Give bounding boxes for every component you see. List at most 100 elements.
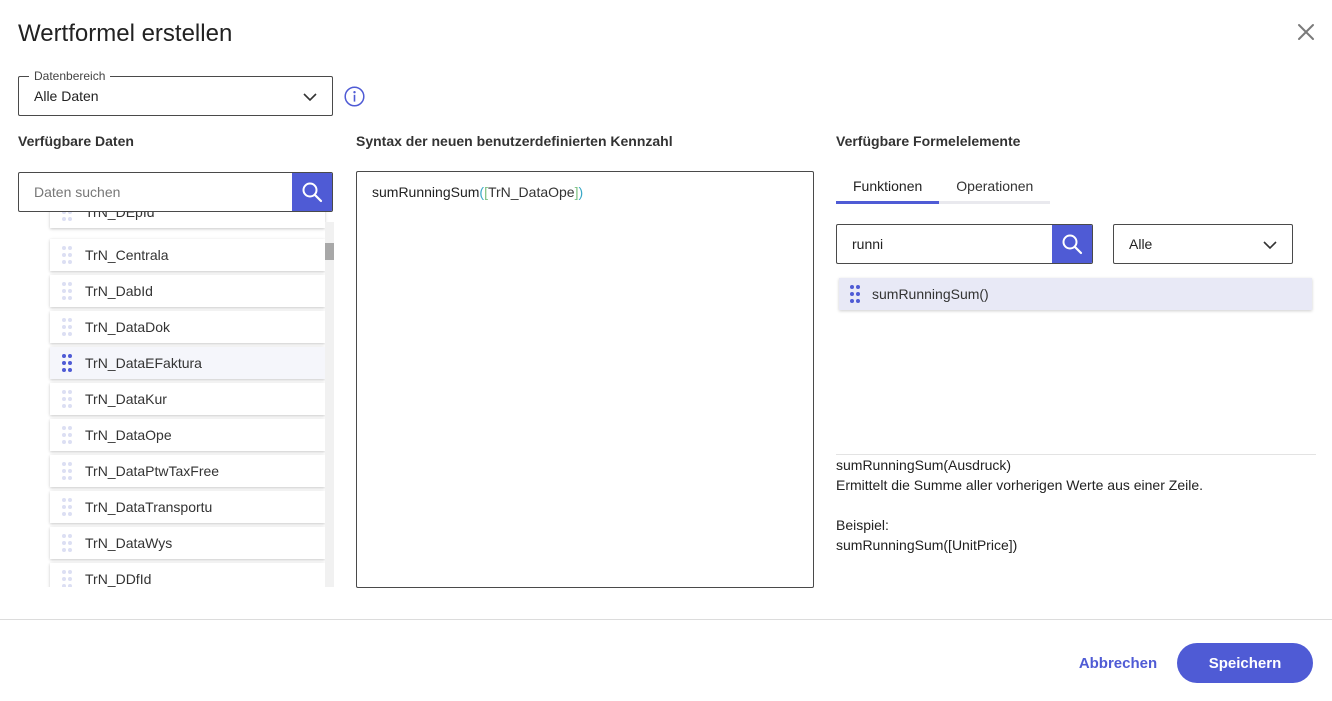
save-button[interactable]: Speichern bbox=[1177, 643, 1313, 683]
formula-tabs: Funktionen Operationen bbox=[836, 172, 1051, 204]
syntax-close-paren: ) bbox=[578, 184, 584, 200]
grip-dot bbox=[68, 397, 72, 401]
grip-dot bbox=[850, 285, 854, 289]
grip-dot bbox=[68, 476, 72, 480]
grip-dot bbox=[62, 426, 66, 430]
data-range-value: Alle Daten bbox=[34, 88, 99, 104]
grip-dot bbox=[850, 299, 854, 303]
data-range-label: Datenbereich bbox=[29, 69, 111, 83]
field-item[interactable]: TrN_Centrala bbox=[50, 239, 325, 271]
grip-dot bbox=[856, 292, 860, 296]
syntax-editor[interactable]: sumRunningSum([TrN_DataOpe]) bbox=[356, 171, 814, 588]
field-item[interactable]: TrN_DataWys bbox=[50, 527, 325, 559]
grip-dot bbox=[68, 368, 72, 372]
grip-dot bbox=[856, 299, 860, 303]
grip-dot bbox=[62, 318, 66, 322]
drag-handle-icon bbox=[62, 212, 72, 221]
grip-dot bbox=[68, 318, 72, 322]
grip-dot bbox=[68, 332, 72, 336]
field-item-label: TrN_DataDok bbox=[85, 319, 171, 335]
field-item[interactable]: TrN_DataPtwTaxFree bbox=[50, 455, 325, 487]
grip-dot bbox=[62, 505, 66, 509]
function-category-value: Alle bbox=[1129, 236, 1153, 252]
data-range-select[interactable]: Datenbereich Alle Daten bbox=[18, 69, 333, 116]
example-code: sumRunningSum([UnitPrice]) bbox=[836, 537, 1018, 553]
grip-dot bbox=[62, 548, 66, 552]
grip-dot bbox=[856, 285, 860, 289]
scrollbar-thumb[interactable] bbox=[325, 243, 334, 260]
grip-dot bbox=[68, 469, 72, 473]
grip-dot bbox=[62, 570, 66, 574]
field-item-label: TrN_DabId bbox=[85, 283, 153, 299]
field-item[interactable]: TrN_DEpId bbox=[50, 212, 325, 228]
grip-dot bbox=[68, 584, 72, 587]
scrollbar-track[interactable] bbox=[325, 222, 334, 587]
function-search-button[interactable] bbox=[1052, 225, 1092, 263]
grip-dot bbox=[68, 260, 72, 264]
cancel-button[interactable]: Abbrechen bbox=[1068, 643, 1168, 683]
grip-dot bbox=[68, 505, 72, 509]
grip-dot bbox=[68, 548, 72, 552]
search-icon bbox=[302, 182, 323, 203]
grip-dot bbox=[68, 289, 72, 293]
grip-dot bbox=[62, 246, 66, 250]
field-item[interactable]: TrN_DataEFaktura bbox=[50, 347, 325, 379]
grip-dot bbox=[62, 433, 66, 437]
grip-dot bbox=[68, 541, 72, 545]
grip-dot bbox=[62, 325, 66, 329]
drag-handle-icon bbox=[62, 354, 72, 372]
info-icon[interactable] bbox=[344, 86, 365, 107]
chevron-down-icon bbox=[303, 93, 317, 102]
function-category-select[interactable]: Alle bbox=[1113, 224, 1293, 264]
field-item-label: TrN_DataPtwTaxFree bbox=[85, 463, 220, 479]
grip-dot bbox=[62, 476, 66, 480]
field-item[interactable]: TrN_DataKur bbox=[50, 383, 325, 415]
field-item[interactable]: TrN_DDfId bbox=[50, 563, 325, 587]
grip-dot bbox=[68, 325, 72, 329]
grip-dot bbox=[68, 253, 72, 257]
tab-functions[interactable]: Funktionen bbox=[836, 172, 940, 204]
grip-dot bbox=[62, 397, 66, 401]
grip-dot bbox=[68, 296, 72, 300]
function-search bbox=[836, 224, 1093, 264]
drag-handle-icon bbox=[62, 534, 72, 552]
data-search-input[interactable] bbox=[19, 173, 294, 211]
function-result-item[interactable]: sumRunningSum() bbox=[839, 278, 1312, 310]
field-item-label: TrN_DataTransportu bbox=[85, 499, 213, 515]
grip-dot bbox=[68, 433, 72, 437]
grip-dot bbox=[68, 354, 72, 358]
grip-dot bbox=[68, 404, 72, 408]
drag-handle-icon bbox=[62, 282, 72, 300]
grip-dot bbox=[62, 498, 66, 502]
drag-handle-icon bbox=[62, 246, 72, 264]
field-item-label: TrN_DataOpe bbox=[85, 427, 172, 443]
field-item[interactable]: TrN_DataTransportu bbox=[50, 491, 325, 523]
grip-dot bbox=[68, 534, 72, 538]
tab-operations[interactable]: Operationen bbox=[939, 172, 1051, 204]
data-search bbox=[18, 172, 333, 212]
field-item[interactable]: TrN_DabId bbox=[50, 275, 325, 307]
grip-dot bbox=[62, 253, 66, 257]
grip-dot bbox=[68, 498, 72, 502]
close-icon bbox=[1298, 24, 1314, 40]
drag-handle-icon bbox=[62, 570, 72, 587]
grip-dot bbox=[68, 462, 72, 466]
grip-dot bbox=[62, 289, 66, 293]
grip-dot bbox=[62, 332, 66, 336]
grip-dot bbox=[62, 361, 66, 365]
field-item-label: TrN_DataKur bbox=[85, 391, 167, 407]
drag-handle-icon bbox=[62, 498, 72, 516]
function-search-input[interactable] bbox=[837, 225, 1054, 263]
data-search-button[interactable] bbox=[292, 173, 332, 211]
drag-handle-icon bbox=[62, 462, 72, 480]
field-item[interactable]: TrN_DataOpe bbox=[50, 419, 325, 451]
close-button[interactable] bbox=[1294, 20, 1318, 44]
grip-dot bbox=[68, 212, 72, 214]
grip-dot bbox=[68, 512, 72, 516]
function-description: sumRunningSum(Ausdruck) Ermittelt die Su… bbox=[836, 455, 1203, 555]
grip-dot bbox=[62, 440, 66, 444]
field-item[interactable]: TrN_DataDok bbox=[50, 311, 325, 343]
field-item-label: TrN_DataWys bbox=[85, 535, 173, 551]
drag-handle-icon bbox=[62, 318, 72, 336]
grip-dot bbox=[68, 390, 72, 394]
